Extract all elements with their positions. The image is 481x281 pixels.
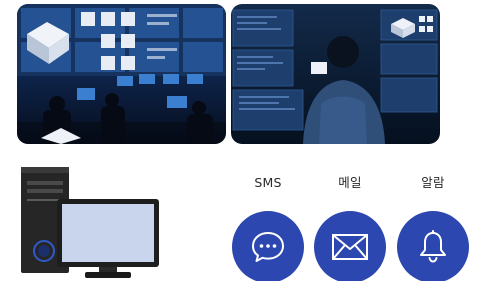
sms-channel: SMS bbox=[230, 174, 306, 281]
alarm-channel: 알람 bbox=[395, 174, 471, 281]
sms-label: SMS bbox=[254, 175, 282, 190]
bell-icon bbox=[420, 230, 446, 263]
mail-button[interactable] bbox=[314, 211, 386, 281]
operator-monitors-photo bbox=[231, 4, 440, 144]
chat-bubble-icon bbox=[252, 232, 284, 262]
mail-channel: 메일 bbox=[312, 174, 388, 281]
desktop-computer-icon bbox=[15, 165, 161, 280]
alarm-label: 알람 bbox=[421, 175, 445, 190]
mail-label: 메일 bbox=[338, 175, 362, 190]
control-room-photo bbox=[17, 4, 226, 144]
sms-button[interactable] bbox=[232, 211, 304, 281]
envelope-icon bbox=[332, 234, 368, 260]
alarm-button[interactable] bbox=[397, 211, 469, 281]
